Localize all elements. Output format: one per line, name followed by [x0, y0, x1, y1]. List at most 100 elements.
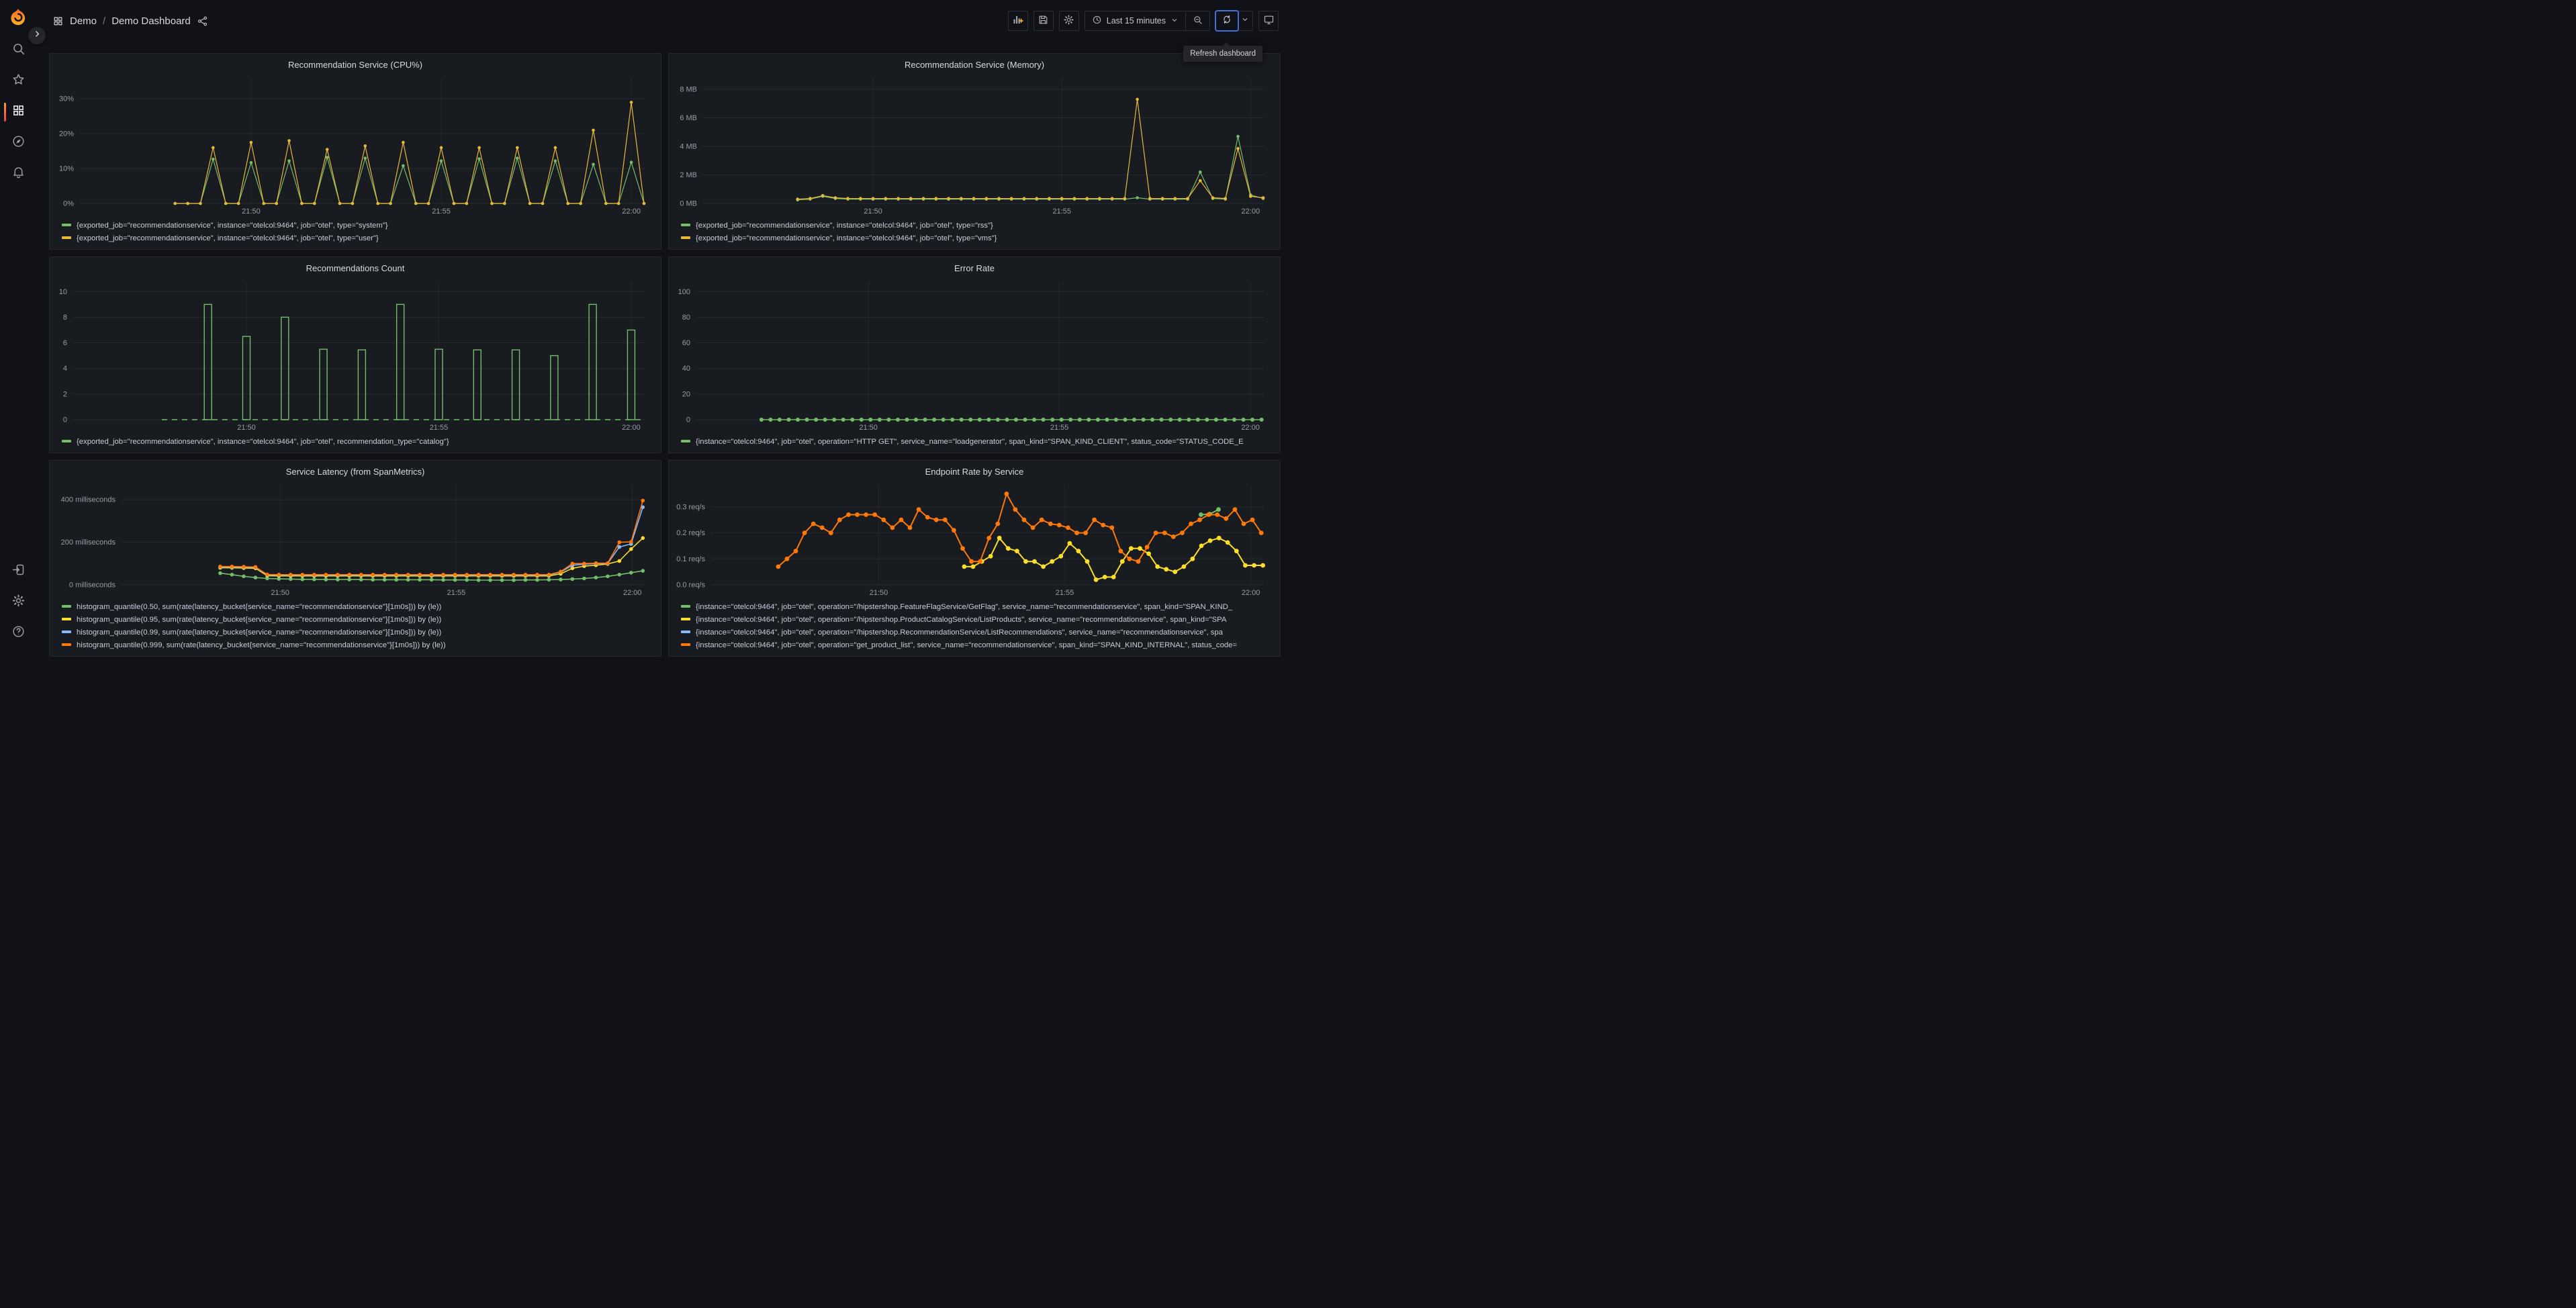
panel-title-endpoint-rate[interactable]: Endpoint Rate by Service	[676, 465, 1273, 479]
svg-text:22:00: 22:00	[622, 207, 641, 216]
sidebar-item-sign-in[interactable]	[0, 556, 36, 587]
legend-swatch	[62, 643, 71, 647]
chart-cpu[interactable]: 21:50 21:55 22:00 0% 10% 20% 30%	[56, 73, 654, 217]
svg-text:0 milliseconds: 0 milliseconds	[69, 581, 116, 590]
panel-title-service-latency[interactable]: Service Latency (from SpanMetrics)	[56, 465, 654, 479]
legend-service-latency: histogram_quantile(0.50, sum(rate(latenc…	[56, 601, 654, 652]
svg-text:8 MB: 8 MB	[680, 86, 697, 94]
svg-text:21:55: 21:55	[447, 589, 466, 597]
legend-label: histogram_quantile(0.999, sum(rate(laten…	[77, 641, 446, 649]
help-icon	[11, 624, 26, 642]
panel-title-error-rate[interactable]: Error Rate	[676, 261, 1273, 276]
time-picker-group: Last 15 minutes	[1084, 11, 1210, 31]
breadcrumb: Demo / Demo Dashboard	[52, 15, 208, 27]
svg-text:60: 60	[682, 339, 690, 347]
refresh-group	[1215, 10, 1253, 32]
svg-text:200 milliseconds: 200 milliseconds	[61, 539, 116, 547]
legend-label: {instance="otelcol:9464", job="otel", op…	[696, 641, 1238, 649]
legend-item[interactable]: {exported_job="recommendationservice", i…	[681, 220, 1273, 232]
legend-item[interactable]: {instance="otelcol:9464", job="otel", op…	[681, 601, 1273, 614]
save-icon	[1038, 14, 1049, 28]
svg-text:0%: 0%	[63, 200, 74, 208]
sidebar-item-dashboards[interactable]	[0, 97, 36, 128]
legend-item[interactable]: {exported_job="recommendationservice", i…	[62, 436, 654, 449]
legend-endpoint-rate: {instance="otelcol:9464", job="otel", op…	[676, 601, 1273, 652]
legend-item[interactable]: {instance="otelcol:9464", job="otel", op…	[681, 639, 1273, 652]
chart-endpoint-rate[interactable]: 21:50 21:55 22:00 0.0 req/s 0.1 req/s 0.2 req…	[676, 479, 1273, 598]
dashboard-settings-button[interactable]	[1058, 11, 1079, 31]
clock-icon	[1092, 15, 1102, 27]
time-range-picker[interactable]: Last 15 minutes	[1085, 11, 1185, 30]
svg-text:22:00: 22:00	[622, 424, 641, 432]
legend-swatch	[681, 630, 690, 634]
legend-label: histogram_quantile(0.99, sum(rate(latenc…	[77, 628, 442, 637]
chart-error-rate[interactable]: 21:50 21:55 22:00 0 20 40 60 80 100	[676, 276, 1273, 433]
svg-text:30%: 30%	[59, 95, 74, 103]
legend-item[interactable]: histogram_quantile(0.95, sum(rate(latenc…	[62, 614, 654, 626]
svg-text:2 MB: 2 MB	[680, 171, 697, 179]
legend-item[interactable]: {exported_job="recommendationservice", i…	[681, 232, 1273, 245]
legend-item[interactable]: histogram_quantile(0.999, sum(rate(laten…	[62, 639, 654, 652]
refresh-icon	[1222, 14, 1232, 28]
chevron-right-icon	[33, 30, 42, 42]
legend-item[interactable]: {exported_job="recommendationservice", i…	[62, 232, 654, 245]
svg-text:21:50: 21:50	[859, 424, 878, 432]
legend-item[interactable]: {instance="otelcol:9464", job="otel", op…	[681, 436, 1273, 449]
sidebar-bottom	[0, 556, 36, 649]
svg-text:21:50: 21:50	[271, 589, 289, 597]
chart-memory[interactable]: 21:50 21:55 22:00 0 MB 2 MB 4 MB 6 MB 8 MB	[676, 73, 1273, 217]
share-icon[interactable]	[197, 15, 208, 27]
svg-text:4 MB: 4 MB	[680, 143, 697, 151]
legend-swatch	[681, 224, 690, 227]
chart-service-latency[interactable]: 21:50 21:55 22:00 0 milliseconds 200 millise…	[56, 479, 654, 598]
sidebar-item-configuration[interactable]	[0, 587, 36, 618]
grafana-app: { "app": "Grafana", "colors": { "page_bg…	[0, 0, 1288, 657]
sidebar-item-alerting[interactable]	[0, 158, 36, 189]
legend-item[interactable]: histogram_quantile(0.99, sum(rate(latenc…	[62, 626, 654, 639]
svg-text:10%: 10%	[59, 165, 74, 173]
dashboard-toolbar: Last 15 minutes	[1007, 10, 1288, 32]
svg-text:0.2 req/s: 0.2 req/s	[676, 529, 705, 537]
svg-text:4: 4	[63, 365, 67, 373]
svg-text:2: 2	[63, 390, 67, 398]
refresh-interval-caret[interactable]	[1238, 11, 1252, 30]
time-range-label: Last 15 minutes	[1106, 16, 1166, 26]
dashboard-panel-grid: Recommendation Service (CPU%) 21:50 21:55 2…	[49, 53, 1281, 657]
legend-item[interactable]: {exported_job="recommendationservice", i…	[62, 220, 654, 232]
legend-swatch	[681, 618, 690, 621]
breadcrumb-folder[interactable]: Demo	[70, 15, 97, 27]
svg-text:0: 0	[63, 416, 67, 424]
chart-recommendations-count[interactable]: 21:50 21:55 22:00 0 2 4 6 8 10	[56, 276, 654, 433]
sidebar-item-help[interactable]	[0, 618, 36, 649]
legend-item[interactable]: {instance="otelcol:9464", job="otel", op…	[681, 626, 1273, 639]
sidebar-item-starred[interactable]	[0, 66, 36, 97]
svg-text:22:00: 22:00	[1242, 207, 1260, 216]
legend-label: histogram_quantile(0.50, sum(rate(latenc…	[77, 603, 442, 611]
legend-label: {exported_job="recommendationservice", i…	[77, 234, 379, 242]
zoom-out-icon	[1193, 15, 1203, 27]
panel-service-latency: Service Latency (from SpanMetrics) 21:50 2…	[49, 460, 661, 657]
panel-title-cpu[interactable]: Recommendation Service (CPU%)	[56, 58, 654, 73]
svg-text:21:55: 21:55	[432, 207, 451, 216]
sidebar-item-explore[interactable]	[0, 128, 36, 158]
legend-swatch	[62, 630, 71, 634]
cycle-view-mode-button[interactable]	[1258, 11, 1279, 31]
add-panel-button[interactable]	[1007, 11, 1028, 31]
svg-text:0.1 req/s: 0.1 req/s	[676, 555, 705, 563]
save-dashboard-button[interactable]	[1033, 11, 1054, 31]
legend-recommendations-count: {exported_job="recommendationservice", i…	[56, 436, 654, 449]
svg-text:20: 20	[682, 390, 690, 398]
svg-text:8: 8	[63, 314, 67, 322]
legend-memory: {exported_job="recommendationservice", i…	[676, 220, 1273, 245]
refresh-dashboard-button[interactable]	[1215, 10, 1239, 32]
panel-cpu: Recommendation Service (CPU%) 21:50 21:55 2…	[49, 53, 661, 250]
legend-item[interactable]: {instance="otelcol:9464", job="otel", op…	[681, 614, 1273, 626]
zoom-out-time-button[interactable]	[1186, 11, 1209, 30]
panel-title-recommendations-count[interactable]: Recommendations Count	[56, 261, 654, 276]
legend-label: histogram_quantile(0.95, sum(rate(latenc…	[77, 616, 442, 624]
gear-icon	[11, 594, 26, 611]
legend-swatch	[62, 440, 71, 443]
sidebar-expand-button[interactable]	[28, 27, 46, 44]
legend-label: {exported_job="recommendationservice", i…	[696, 222, 993, 230]
legend-item[interactable]: histogram_quantile(0.50, sum(rate(latenc…	[62, 601, 654, 614]
